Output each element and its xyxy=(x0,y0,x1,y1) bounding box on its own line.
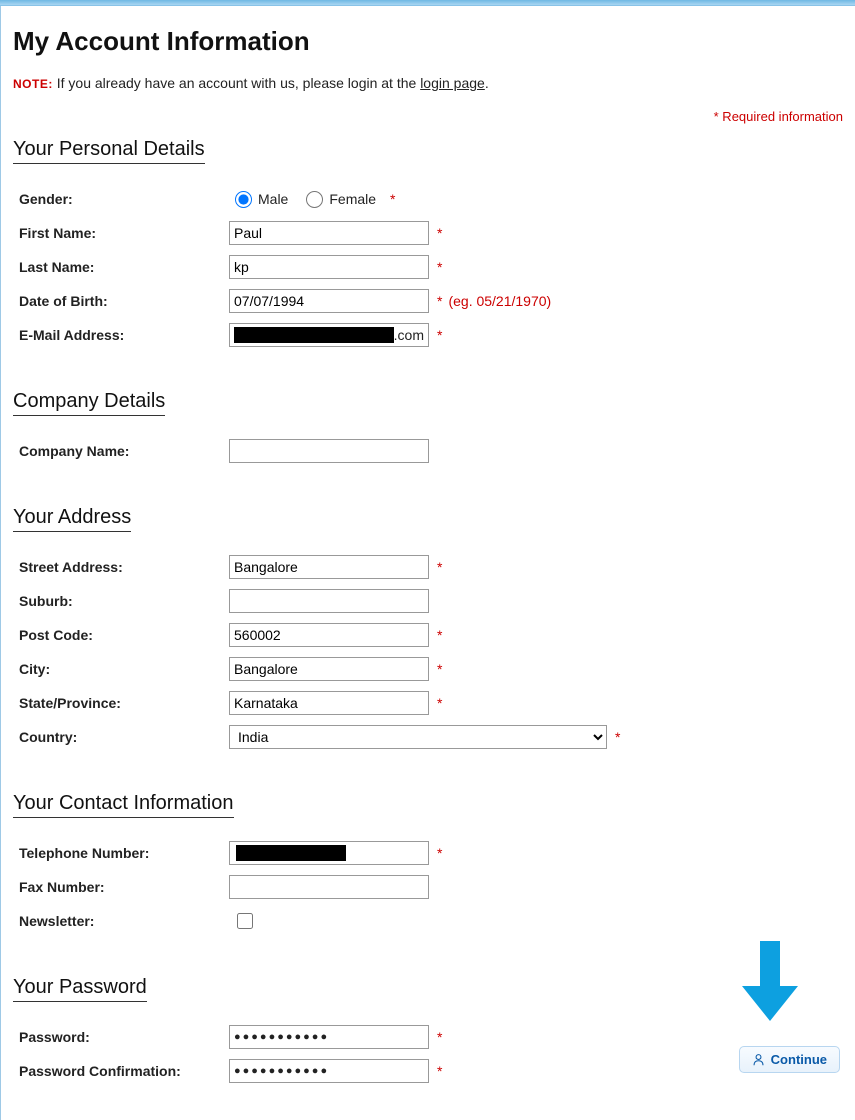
label-newsletter: Newsletter: xyxy=(19,913,229,929)
row-password-confirm: Password Confirmation: ●●●●●●●●●●● * xyxy=(19,1056,843,1086)
label-street: Street Address: xyxy=(19,559,229,575)
required-star: * xyxy=(437,1029,442,1045)
label-last-name: Last Name: xyxy=(19,259,229,275)
row-newsletter: Newsletter: xyxy=(19,906,843,936)
radio-female[interactable] xyxy=(306,191,323,208)
row-state: State/Province: * xyxy=(19,688,843,718)
label-company: Company Name: xyxy=(19,443,229,459)
telephone-input[interactable] xyxy=(229,841,429,865)
row-company: Company Name: xyxy=(19,436,843,466)
label-city: City: xyxy=(19,661,229,677)
login-note: NOTE: If you already have an account wit… xyxy=(13,75,843,91)
label-suburb: Suburb: xyxy=(19,593,229,609)
label-gender: Gender: xyxy=(19,191,229,207)
required-star: * xyxy=(437,259,442,275)
required-star: * xyxy=(437,661,442,677)
redacted-block xyxy=(236,845,346,861)
note-label: NOTE: xyxy=(13,77,53,91)
label-email: E-Mail Address: xyxy=(19,327,229,343)
required-star: * xyxy=(437,695,442,711)
label-password-confirm: Password Confirmation: xyxy=(19,1063,229,1079)
required-info-note: * Required information xyxy=(714,109,843,124)
row-city: City: * xyxy=(19,654,843,684)
row-first-name: First Name: * xyxy=(19,218,843,248)
continue-button[interactable]: Continue xyxy=(739,1046,840,1073)
redacted-block xyxy=(234,327,394,343)
note-text-suffix: . xyxy=(485,75,489,91)
row-postcode: Post Code: * xyxy=(19,620,843,650)
street-input[interactable] xyxy=(229,555,429,579)
password-mask: ●●●●●●●●●●● xyxy=(234,1031,329,1043)
dob-hint: (eg. 05/21/1970) xyxy=(448,293,551,309)
required-star: * xyxy=(615,729,620,745)
row-street: Street Address: * xyxy=(19,552,843,582)
row-fax: Fax Number: xyxy=(19,872,843,902)
arrow-down-icon xyxy=(740,941,800,1021)
page-title: My Account Information xyxy=(13,26,843,57)
gender-field: Male Female * xyxy=(229,191,843,208)
required-star: * xyxy=(437,1063,442,1079)
required-star: * xyxy=(437,327,442,343)
note-text-prefix: If you already have an account with us, … xyxy=(57,75,420,91)
row-last-name: Last Name: * xyxy=(19,252,843,282)
label-password: Password: xyxy=(19,1029,229,1045)
required-star: * xyxy=(437,845,442,861)
radio-male[interactable] xyxy=(235,191,252,208)
label-country: Country: xyxy=(19,729,229,745)
password-confirm-input[interactable]: ●●●●●●●●●●● xyxy=(229,1059,429,1083)
label-state: State/Province: xyxy=(19,695,229,711)
required-star: * xyxy=(390,191,395,207)
row-country: Country: India * xyxy=(19,722,843,752)
section-address: Your Address xyxy=(13,506,131,532)
continue-label: Continue xyxy=(771,1052,827,1067)
state-input[interactable] xyxy=(229,691,429,715)
section-contact: Your Contact Information xyxy=(13,792,234,818)
country-select[interactable]: India xyxy=(229,725,607,749)
section-company: Company Details xyxy=(13,390,165,416)
person-icon xyxy=(752,1053,765,1066)
required-star: * xyxy=(437,559,442,575)
label-telephone: Telephone Number: xyxy=(19,845,229,861)
row-dob: Date of Birth: * (eg. 05/21/1970) xyxy=(19,286,843,316)
city-input[interactable] xyxy=(229,657,429,681)
email-input[interactable]: .com xyxy=(229,323,429,347)
row-suburb: Suburb: xyxy=(19,586,843,616)
required-star: * xyxy=(437,627,442,643)
suburb-input[interactable] xyxy=(229,589,429,613)
password-input[interactable]: ●●●●●●●●●●● xyxy=(229,1025,429,1049)
row-gender: Gender: Male Female * xyxy=(19,184,843,214)
account-form-page: My Account Information NOTE: If you alre… xyxy=(0,6,855,1120)
row-email: E-Mail Address: .com * xyxy=(19,320,843,350)
row-password: Password: ●●●●●●●●●●● * xyxy=(19,1022,843,1052)
label-female: Female xyxy=(329,191,376,207)
newsletter-checkbox[interactable] xyxy=(237,913,253,929)
fax-input[interactable] xyxy=(229,875,429,899)
required-star: * xyxy=(437,293,442,309)
postcode-input[interactable] xyxy=(229,623,429,647)
dob-input[interactable] xyxy=(229,289,429,313)
label-fax: Fax Number: xyxy=(19,879,229,895)
first-name-input[interactable] xyxy=(229,221,429,245)
label-male: Male xyxy=(258,191,288,207)
email-suffix: .com xyxy=(394,327,424,343)
required-star: * xyxy=(437,225,442,241)
password-confirm-mask: ●●●●●●●●●●● xyxy=(234,1065,329,1077)
login-page-link[interactable]: login page xyxy=(420,75,485,91)
company-input[interactable] xyxy=(229,439,429,463)
label-postcode: Post Code: xyxy=(19,627,229,643)
annotation-arrow xyxy=(740,941,800,1024)
last-name-input[interactable] xyxy=(229,255,429,279)
label-dob: Date of Birth: xyxy=(19,293,229,309)
section-personal: Your Personal Details xyxy=(13,138,205,164)
label-first-name: First Name: xyxy=(19,225,229,241)
section-password: Your Password xyxy=(13,976,147,1002)
row-telephone: Telephone Number: * xyxy=(19,838,843,868)
